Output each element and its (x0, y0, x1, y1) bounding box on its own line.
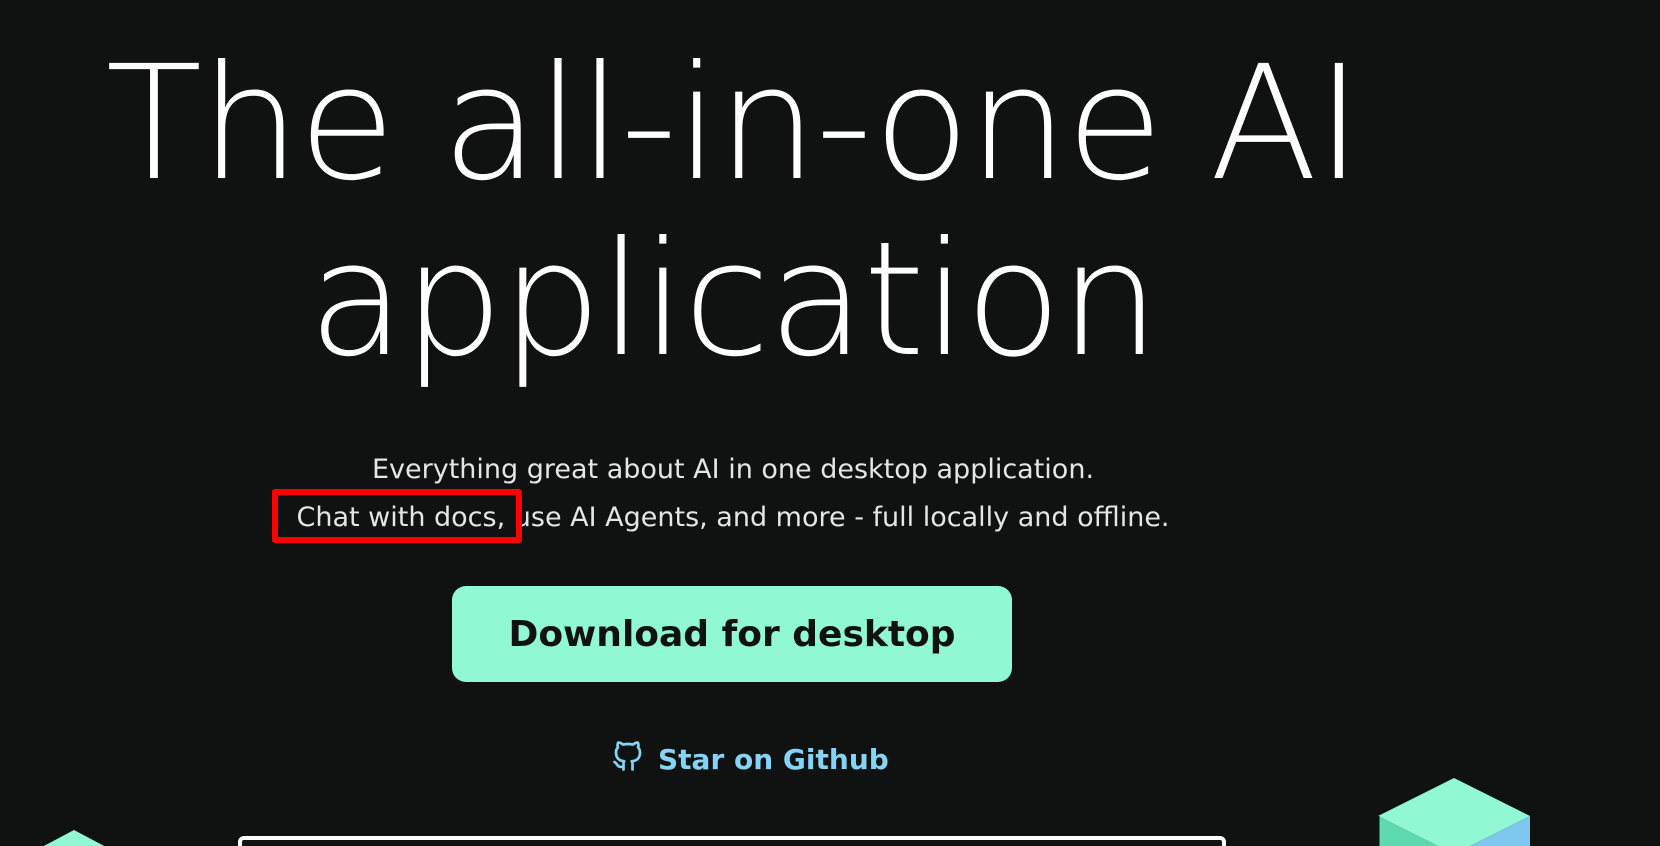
github-link-label: Star on Github (658, 743, 889, 776)
github-icon (610, 738, 646, 781)
star-on-github-link[interactable]: Star on Github (610, 738, 889, 781)
hero-subtitle: Everything great about AI in one desktop… (0, 446, 1466, 542)
landing-page: The all-in-one AI application Everything… (0, 0, 1660, 846)
hero-title-line-1: The all-in-one AI (105, 32, 1363, 216)
subtitle-line-1: Everything great about AI in one desktop… (371, 454, 1095, 485)
download-desktop-button[interactable]: Download for desktop (452, 586, 1012, 682)
subtitle-line-2: Chat with docs, use AI Agents, and more … (296, 502, 1170, 533)
decorative-cube-right (1376, 778, 1530, 846)
decorative-cube-left (43, 830, 105, 846)
hero-title-line-2: application (308, 208, 1160, 392)
hero-title: The all-in-one AI application (0, 36, 1466, 388)
app-preview-frame (238, 836, 1226, 846)
